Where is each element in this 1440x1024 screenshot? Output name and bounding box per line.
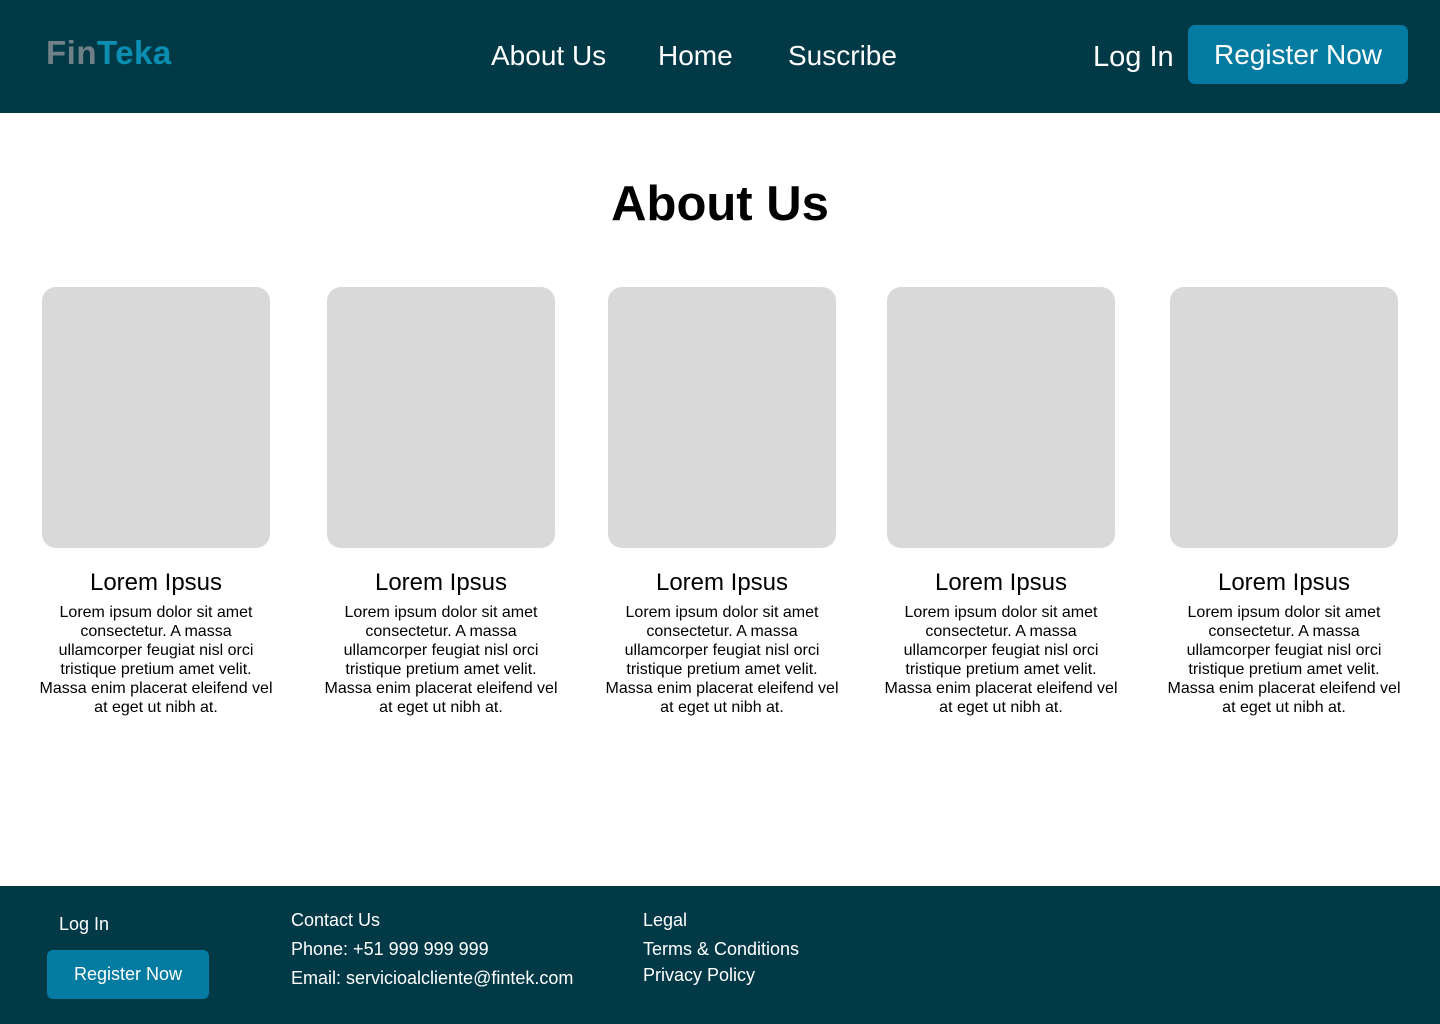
nav-link-home[interactable]: Home — [658, 36, 733, 76]
logo-text-fin: Fin — [46, 34, 97, 71]
footer-contact-heading: Contact Us — [291, 910, 381, 930]
header-login-link[interactable]: Log In — [1093, 37, 1174, 77]
footer-terms-link[interactable]: Terms & Conditions — [643, 938, 799, 960]
page: FinTeka About Us Home Suscribe Log In Re… — [0, 0, 1440, 1024]
header-register-button[interactable]: Register Now — [1188, 25, 1408, 84]
card-description: Lorem ipsum dolor sit amet consectetur. … — [884, 604, 1118, 716]
footer-legal-heading: Legal — [643, 910, 688, 930]
card-title: Lorem Ipsus — [374, 569, 508, 596]
site-header: FinTeka About Us Home Suscribe Log In Re… — [0, 0, 1440, 113]
card-image-placeholder — [608, 287, 836, 548]
site-footer: Log In Register Now Contact Us Phone: +5… — [0, 886, 1440, 1024]
card-image-placeholder — [327, 287, 555, 548]
logo-text-teka: Teka — [96, 34, 172, 71]
footer-privacy-link[interactable]: Privacy Policy — [643, 964, 755, 986]
nav-link-about-us[interactable]: About Us — [491, 36, 606, 76]
team-card: Lorem Ipsus Lorem ipsum dolor sit amet c… — [39, 287, 273, 716]
card-description: Lorem ipsum dolor sit amet consectetur. … — [39, 604, 273, 716]
nav-link-subscribe[interactable]: Suscribe — [788, 36, 897, 76]
card-title: Lorem Ipsus — [655, 569, 789, 596]
card-image-placeholder — [1170, 287, 1398, 548]
team-card: Lorem Ipsus Lorem ipsum dolor sit amet c… — [605, 287, 839, 716]
card-image-placeholder — [887, 287, 1115, 548]
team-card: Lorem Ipsus Lorem ipsum dolor sit amet c… — [884, 287, 1118, 716]
card-title: Lorem Ipsus — [89, 569, 223, 596]
card-image-placeholder — [42, 287, 270, 548]
card-description: Lorem ipsum dolor sit amet consectetur. … — [324, 604, 558, 716]
card-description: Lorem ipsum dolor sit amet consectetur. … — [1167, 604, 1401, 716]
page-title: About Us — [611, 177, 829, 231]
card-title: Lorem Ipsus — [1217, 569, 1351, 596]
team-card: Lorem Ipsus Lorem ipsum dolor sit amet c… — [1167, 287, 1401, 716]
footer-phone: Phone: +51 999 999 999 — [291, 939, 489, 959]
card-description: Lorem ipsum dolor sit amet consectetur. … — [605, 604, 839, 716]
team-card: Lorem Ipsus Lorem ipsum dolor sit amet c… — [324, 287, 558, 716]
card-title: Lorem Ipsus — [934, 569, 1068, 596]
brand-logo[interactable]: FinTeka — [46, 34, 172, 72]
footer-login-link[interactable]: Log In — [59, 913, 109, 935]
footer-register-button[interactable]: Register Now — [47, 950, 209, 999]
footer-email[interactable]: Email: servicioalcliente@fintek.com — [291, 967, 573, 989]
